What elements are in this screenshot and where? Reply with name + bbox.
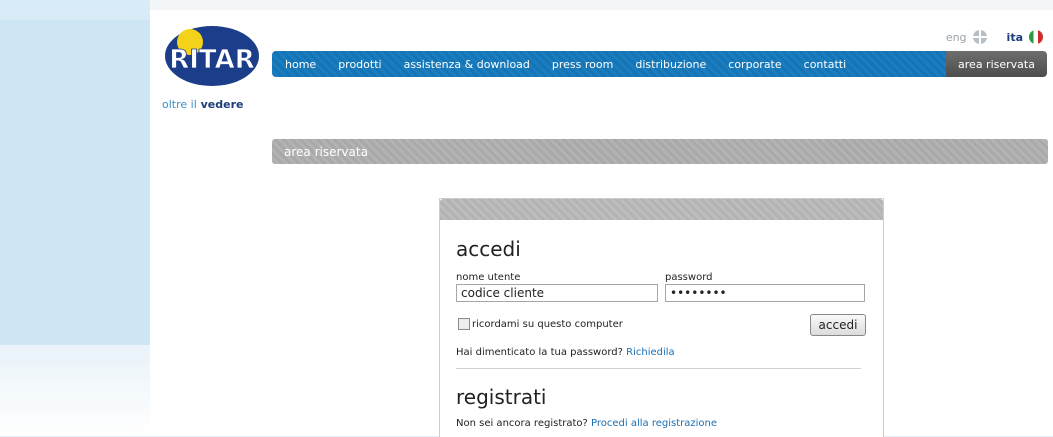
forgot-password-link[interactable]: Richiedila [626,347,675,358]
divider [456,368,861,369]
lang-ita-link[interactable]: ita [1007,31,1023,44]
nav-item-press-room[interactable]: press room [541,58,624,71]
register-heading: registrati [456,385,547,409]
nav-item-assistenza[interactable]: assistenza & download [393,58,541,71]
logo-tagline-light: oltre il [162,98,197,111]
nav-item-corporate[interactable]: corporate [717,58,792,71]
nav-item-area-riservata[interactable]: area riservata [946,51,1047,77]
username-input[interactable]: codice cliente [456,284,658,302]
remember-checkbox[interactable] [458,318,470,330]
login-heading: accedi [456,237,521,261]
section-title-bar: area riservata [272,139,1048,164]
italy-flag-icon[interactable] [1029,30,1043,44]
ritar-logo[interactable]: RITAR oltre il vedere [162,24,262,114]
lang-eng-link[interactable]: eng [946,31,967,44]
forgot-password-text: Hai dimenticato la tua password? [456,347,623,358]
forgot-password-line: Hai dimenticato la tua password? Richied… [456,347,675,358]
nav-item-prodotti[interactable]: prodotti [327,58,392,71]
panel-header [440,199,883,220]
register-link[interactable]: Procedi alla registrazione [591,418,717,429]
logo-tagline: oltre il vedere [162,98,243,111]
logo-text: RITAR [169,45,255,75]
background-shape [0,20,150,350]
background-shape [0,345,150,365]
uk-flag-icon[interactable] [972,30,987,44]
main-nav: home prodotti assistenza & download pres… [272,51,946,77]
background-left [0,0,150,436]
username-label: nome utente [456,272,521,283]
login-submit-button[interactable]: accedi [810,314,866,336]
language-switcher: eng ita [946,30,1043,44]
password-label: password [665,272,713,283]
background-top [150,0,1053,10]
nav-item-contatti[interactable]: contatti [793,58,858,71]
password-input[interactable]: •••••••• [665,284,865,302]
nav-item-distribuzione[interactable]: distribuzione [624,58,717,71]
login-panel: accedi nome utente codice cliente passwo… [439,198,884,437]
logo-tagline-bold: vedere [200,98,244,111]
logo-mark-icon: RITAR [165,26,259,86]
remember-label: ricordami su questo computer [472,319,623,330]
register-prompt-text: Non sei ancora registrato? [456,418,588,429]
nav-item-home[interactable]: home [272,58,327,71]
register-line: Non sei ancora registrato? Procedi alla … [456,418,717,429]
